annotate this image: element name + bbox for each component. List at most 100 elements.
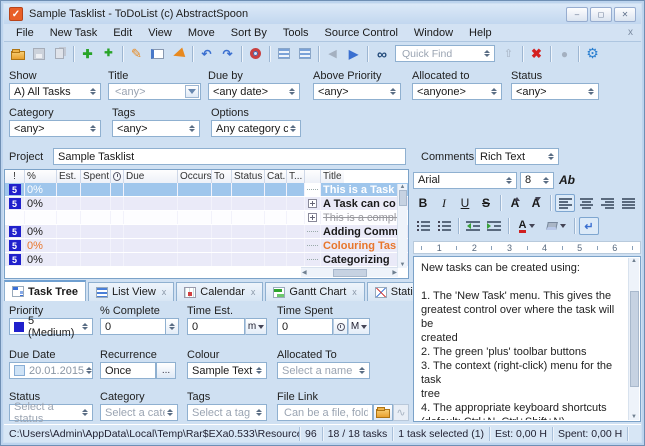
filter-options-combo[interactable]: Any category c...: [211, 120, 301, 137]
recurrence-field[interactable]: Once: [100, 362, 156, 379]
filter-show-combo[interactable]: A) All Tasks: [9, 83, 101, 100]
percent-spinner[interactable]: [166, 318, 179, 335]
tab-close-icon[interactable]: x: [352, 287, 357, 297]
tree-expander[interactable]: [305, 197, 321, 210]
italic-button[interactable]: I: [434, 194, 454, 212]
tree-expander[interactable]: [305, 239, 321, 252]
font-color-button[interactable]: A: [513, 217, 541, 235]
tab-close-icon[interactable]: x: [251, 287, 256, 297]
recurrence-browse-button[interactable]: ...: [156, 362, 176, 379]
delete-task-button[interactable]: ✖: [526, 44, 547, 64]
tree-expander[interactable]: [305, 225, 321, 238]
quick-find-input[interactable]: [400, 46, 476, 61]
menu-sort-by[interactable]: Sort By: [223, 25, 275, 41]
file-link-input[interactable]: [282, 405, 370, 420]
font-size-combo[interactable]: 8: [520, 171, 554, 189]
bullet-list-button[interactable]: [413, 217, 433, 235]
tree-expander[interactable]: [305, 253, 321, 266]
align-center-button[interactable]: [576, 194, 596, 212]
comments-scrollbar[interactable]: ▲ ▼: [628, 258, 639, 420]
percent-complete-field[interactable]: 0: [100, 318, 166, 335]
column-t[interactable]: T...: [287, 170, 305, 183]
menu-file[interactable]: File: [8, 25, 42, 41]
column-percent[interactable]: %: [25, 170, 57, 183]
scroll-up-icon[interactable]: ▲: [631, 258, 637, 264]
filter-allocto-combo[interactable]: <anyone>: [412, 83, 502, 100]
reminder-button[interactable]: [168, 44, 189, 64]
time-spent-field[interactable]: 0: [277, 318, 333, 335]
comments-text[interactable]: New tasks can be created using: 1. The '…: [415, 258, 628, 420]
scroll-down-icon[interactable]: ▼: [400, 262, 406, 268]
highlight-color-button[interactable]: [542, 217, 570, 235]
bold-button[interactable]: B: [413, 194, 433, 212]
word-wrap-button[interactable]: ↵: [579, 217, 599, 235]
file-link-browse-button[interactable]: [373, 404, 393, 421]
column-occurs[interactable]: Occurs: [178, 170, 212, 183]
time-est-unit-combo[interactable]: m: [245, 318, 267, 335]
colour-combo[interactable]: Sample Text: [187, 362, 267, 379]
comments-format-combo[interactable]: Rich Text: [475, 148, 559, 165]
time-track-button[interactable]: [245, 44, 266, 64]
scrollbar-thumb[interactable]: [332, 268, 367, 277]
due-date-checkbox[interactable]: [14, 365, 25, 376]
file-link-go-button[interactable]: ∿: [393, 404, 409, 421]
tasklist-vertical-scrollbar[interactable]: ▲ ▼: [397, 184, 407, 268]
new-task-button[interactable]: ✚: [77, 44, 98, 64]
indent-button[interactable]: [484, 217, 504, 235]
font-family-combo[interactable]: Arial: [413, 171, 517, 189]
filter-tags-combo[interactable]: <any>: [112, 120, 200, 137]
tree-expander[interactable]: [305, 211, 321, 224]
column-title[interactable]: Title: [321, 170, 344, 183]
tags-combo[interactable]: Select a tag: [187, 404, 267, 421]
tasklist-horizontal-scrollbar[interactable]: ◀ ▶: [301, 267, 398, 277]
redo-button[interactable]: ↷: [217, 44, 238, 64]
find-tasks-button[interactable]: ∞: [371, 44, 392, 64]
menu-edit[interactable]: Edit: [105, 25, 140, 41]
maximize-comments-button[interactable]: [294, 44, 315, 64]
column-priority[interactable]: !: [5, 170, 25, 183]
menu-view[interactable]: View: [140, 25, 180, 41]
filter-status-combo[interactable]: <any>: [511, 83, 599, 100]
column-due[interactable]: Due: [124, 170, 178, 183]
column-cat[interactable]: Cat.: [265, 170, 287, 183]
upload-button[interactable]: ⇧: [498, 44, 519, 64]
shrink-font-button[interactable]: A: [526, 194, 546, 212]
scroll-right-icon[interactable]: ▶: [392, 269, 397, 276]
task-row[interactable]: 5 0% Colouring Tas: [5, 239, 408, 253]
menu-help[interactable]: Help: [461, 25, 500, 41]
priority-combo[interactable]: 5 (Medium): [9, 315, 93, 339]
task-row[interactable]: 5 0% This is a Task: [5, 183, 408, 197]
edit-task-button[interactable]: ✎: [126, 44, 147, 64]
filter-category-combo[interactable]: <any>: [9, 120, 101, 137]
outdent-button[interactable]: [463, 217, 483, 235]
tree-expander[interactable]: [305, 183, 321, 196]
tab-list-view[interactable]: List View x: [87, 282, 175, 301]
column-spent[interactable]: Spent: [81, 170, 111, 183]
task-row[interactable]: 5 0% Categorizing: [5, 253, 408, 267]
menu-tools[interactable]: Tools: [275, 25, 317, 41]
open-tasklist-button[interactable]: [7, 44, 28, 64]
category-combo[interactable]: Select a catego: [100, 404, 178, 421]
time-track-toggle[interactable]: [333, 318, 348, 335]
strikethrough-button[interactable]: S: [476, 194, 496, 212]
font-style-button[interactable]: Ab: [557, 171, 577, 189]
menubar-close-icon[interactable]: x: [628, 27, 637, 38]
new-subtask-button[interactable]: ✚: [98, 44, 119, 64]
preferences-button[interactable]: ⚙: [582, 44, 603, 64]
comments-editor[interactable]: New tasks can be created using: 1. The '…: [413, 256, 641, 422]
scroll-left-icon[interactable]: ◀: [302, 269, 307, 276]
menu-move[interactable]: Move: [180, 25, 223, 41]
task-row[interactable]: 5 0% Adding Comm: [5, 225, 408, 239]
tab-calendar[interactable]: Calendar x: [176, 282, 264, 301]
justify-button[interactable]: [618, 194, 638, 212]
project-input[interactable]: Sample Tasklist: [53, 148, 406, 165]
time-spent-unit-combo[interactable]: M: [348, 318, 370, 335]
filter-title-input[interactable]: [113, 84, 186, 99]
filter-dueby-combo[interactable]: <any date>: [208, 83, 300, 100]
time-est-field[interactable]: 0: [187, 318, 245, 335]
maximize-tasklist-button[interactable]: [273, 44, 294, 64]
undo-button[interactable]: ↶: [196, 44, 217, 64]
scrollbar-thumb[interactable]: [398, 190, 407, 206]
tab-gantt-chart[interactable]: Gantt Chart x: [265, 282, 365, 301]
title-filter-options-button[interactable]: [185, 85, 199, 98]
